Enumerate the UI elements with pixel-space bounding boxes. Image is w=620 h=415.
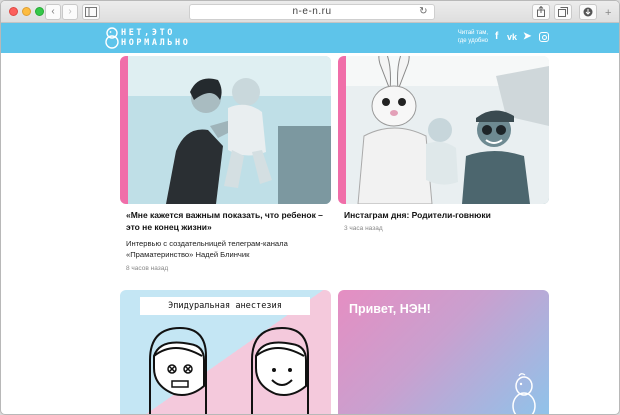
mascot-icon — [512, 373, 536, 414]
downloads-button[interactable] — [579, 4, 597, 20]
url-text: n-e-n.ru — [292, 6, 332, 17]
article-card[interactable]: Инстаграм дня: Родители-говнюки 3 часа н… — [338, 56, 549, 246]
instagram-icon[interactable] — [539, 32, 549, 42]
easter-bunny-photo — [346, 56, 549, 204]
epidural-card[interactable]: Эпидуральная анестезия — [120, 290, 331, 414]
sidebar-toggle-button[interactable] — [82, 4, 100, 20]
article-title[interactable]: Инстаграм дня: Родители-говнюки — [344, 209, 549, 221]
tile-title: Привет, НЭН! — [349, 302, 431, 316]
article-photo — [128, 56, 331, 204]
site-logo[interactable]: НЕТ,ЭТО НОРМАЛЬНО — [105, 27, 235, 49]
logo-mark-icon — [105, 27, 119, 49]
tabs-icon — [558, 7, 568, 17]
new-tab-button[interactable]: + — [605, 7, 611, 19]
reload-icon[interactable]: ↻ — [419, 5, 428, 19]
share-button[interactable] — [532, 4, 550, 20]
hello-nen-card[interactable]: Привет, НЭН! — [338, 290, 549, 414]
article-subtitle: Интервью с создательницей телеграм-канал… — [126, 239, 288, 259]
faces-illustration — [149, 326, 309, 414]
browser-window: ‹ › n-e-n.ru ↻ + НЕТ,ЭТО НОРМАЛЬНО Читай… — [0, 0, 620, 415]
mother-and-baby-photo — [128, 56, 331, 204]
facebook-icon[interactable]: f — [495, 30, 498, 44]
zoom-window-button[interactable] — [35, 7, 44, 16]
article-timestamp: 8 часов назад — [126, 265, 169, 272]
article-image[interactable] — [120, 56, 331, 204]
article-card[interactable]: «Мне кажется важным показать, что ребено… — [120, 56, 331, 276]
chevron-right-icon: › — [68, 6, 72, 17]
site-header: НЕТ,ЭТО НОРМАЛЬНО Читай там, где удобно … — [1, 23, 619, 53]
telegram-icon[interactable]: ➤ — [523, 30, 531, 44]
article-photo — [346, 56, 549, 204]
social-tagline: Читай там, где удобно — [457, 30, 488, 44]
show-tabs-button[interactable] — [554, 4, 572, 20]
download-icon — [583, 7, 593, 17]
accent-stripe — [338, 56, 346, 204]
chevron-left-icon: ‹ — [51, 6, 55, 17]
accent-stripe — [120, 56, 128, 204]
logo-text-line2: НОРМАЛЬНО — [121, 38, 191, 48]
article-title[interactable]: «Мне кажется важным показать, что ребено… — [126, 209, 331, 233]
article-timestamp: 3 часа назад — [344, 225, 383, 232]
article-image[interactable] — [338, 56, 549, 204]
address-bar[interactable]: n-e-n.ru ↻ — [189, 4, 435, 20]
logo-text-line1: НЕТ,ЭТО — [121, 28, 176, 38]
close-window-button[interactable] — [9, 7, 18, 16]
share-icon — [537, 5, 545, 17]
back-button[interactable]: ‹ — [45, 4, 61, 20]
minimize-window-button[interactable] — [22, 7, 31, 16]
sidebar-icon — [85, 7, 97, 17]
forward-button[interactable]: › — [62, 4, 78, 20]
browser-toolbar: ‹ › n-e-n.ru ↻ + — [1, 1, 619, 23]
vk-icon[interactable]: vk — [507, 30, 517, 44]
